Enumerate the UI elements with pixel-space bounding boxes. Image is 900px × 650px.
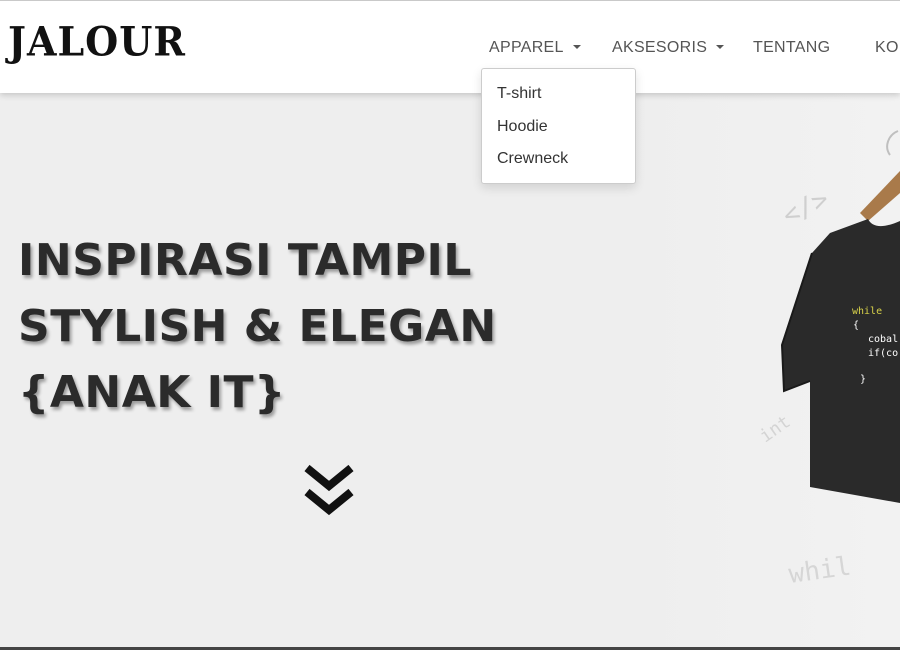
code-line-2: { (853, 320, 859, 331)
caret-down-icon (572, 44, 581, 49)
dropdown-item-crewneck[interactable]: Crewneck (497, 150, 568, 168)
hero-headline-line-2: STYLISH & ELEGAN (18, 301, 497, 352)
nav-item-kontak[interactable]: KO (875, 39, 899, 57)
bg-code-mark-3: whil (787, 552, 853, 590)
dropdown-item-tshirt[interactable]: T-shirt (497, 85, 541, 103)
code-line-5: } (860, 374, 866, 385)
code-line-1: while (852, 306, 882, 317)
double-chevron-down-icon[interactable] (301, 462, 357, 522)
top-navbar: JALOUR APPAREL AKSESORIS TENTANG KO (0, 0, 900, 93)
wooden-hanger (860, 171, 900, 221)
caret-down-icon (716, 44, 725, 49)
hero-headline-line-3: {ANAK IT} (18, 367, 286, 418)
nav-item-apparel-label: APPAREL (489, 39, 564, 56)
nav-item-apparel[interactable]: APPAREL (489, 39, 581, 57)
code-line-4: if(co (868, 348, 898, 359)
hero-headline-line-1: INSPIRASI TAMPIL (18, 235, 472, 286)
apparel-dropdown-menu: T-shirt Hoodie Crewneck (481, 68, 636, 184)
nav-item-tentang[interactable]: TENTANG (753, 39, 830, 57)
nav-item-tentang-label: TENTANG (753, 39, 831, 56)
hero-section: INSPIRASI TAMPIL STYLISH & ELEGAN {ANAK … (0, 93, 900, 650)
hanger-hook (886, 130, 899, 156)
tshirt-image: </> int whil while { cobal if(co } (760, 130, 900, 590)
nav-item-kontak-label: KO (875, 39, 899, 56)
code-line-3: cobal (868, 334, 898, 345)
brand-logo[interactable]: JALOUR (8, 18, 186, 65)
dropdown-item-hoodie[interactable]: Hoodie (497, 118, 548, 136)
nav-item-aksesoris-label: AKSESORIS (612, 39, 708, 56)
nav-item-aksesoris[interactable]: AKSESORIS (612, 39, 725, 57)
bg-code-mark-1: </> (778, 184, 833, 231)
tshirt-body (782, 219, 900, 503)
bg-code-mark-2: int (760, 411, 795, 447)
